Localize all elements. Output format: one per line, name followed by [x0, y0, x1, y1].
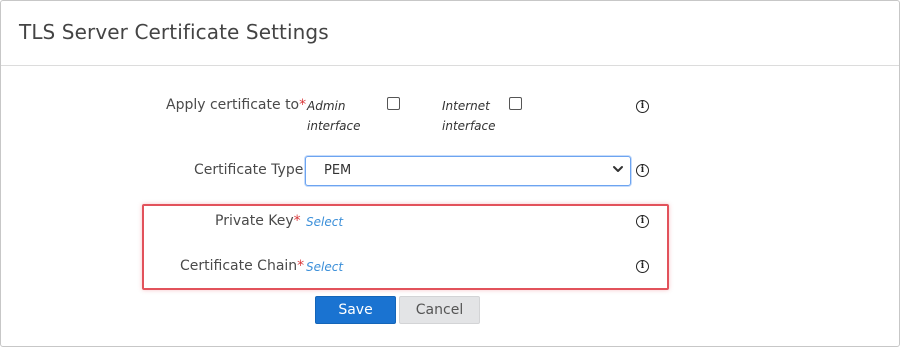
- private-key-label-text: Private Key: [215, 213, 294, 229]
- admin-interface-line2: interface: [307, 119, 361, 133]
- certificate-chain-label: Certificate Chain*: [180, 258, 304, 274]
- apply-certificate-label-text: Apply certificate to: [166, 97, 300, 113]
- certificate-chain-select-link[interactable]: Select: [306, 260, 343, 274]
- certificate-type-info-icon[interactable]: i: [636, 164, 649, 177]
- dialog-title: TLS Server Certificate Settings: [19, 20, 329, 44]
- apply-certificate-label: Apply certificate to*: [166, 97, 306, 113]
- internet-interface-label: Internet interface: [442, 96, 496, 136]
- admin-interface-label: Admin interface: [307, 96, 361, 136]
- certificate-type-label: Certificate Type: [194, 162, 304, 178]
- admin-interface-checkbox[interactable]: [387, 97, 400, 110]
- required-asterisk: *: [293, 213, 301, 229]
- internet-interface-line2: interface: [442, 119, 496, 133]
- internet-interface-checkbox[interactable]: [509, 97, 522, 110]
- required-asterisk: *: [299, 97, 307, 113]
- dialog-header: TLS Server Certificate Settings: [1, 1, 899, 66]
- private-key-label: Private Key*: [215, 213, 301, 229]
- certificate-type-select[interactable]: PEM: [305, 156, 631, 186]
- required-asterisk: *: [297, 258, 305, 274]
- admin-interface-line1: Admin: [307, 99, 346, 113]
- private-key-select-link[interactable]: Select: [306, 215, 343, 229]
- chevron-down-icon: [613, 166, 623, 172]
- apply-certificate-info-icon[interactable]: i: [636, 100, 649, 113]
- cancel-button[interactable]: Cancel: [399, 296, 480, 324]
- private-key-info-icon[interactable]: i: [636, 215, 649, 228]
- certificate-chain-label-text: Certificate Chain: [180, 258, 298, 274]
- save-button[interactable]: Save: [315, 296, 396, 324]
- certificate-type-value: PEM: [324, 163, 352, 178]
- internet-interface-line1: Internet: [442, 99, 490, 113]
- certificate-chain-info-icon[interactable]: i: [636, 260, 649, 273]
